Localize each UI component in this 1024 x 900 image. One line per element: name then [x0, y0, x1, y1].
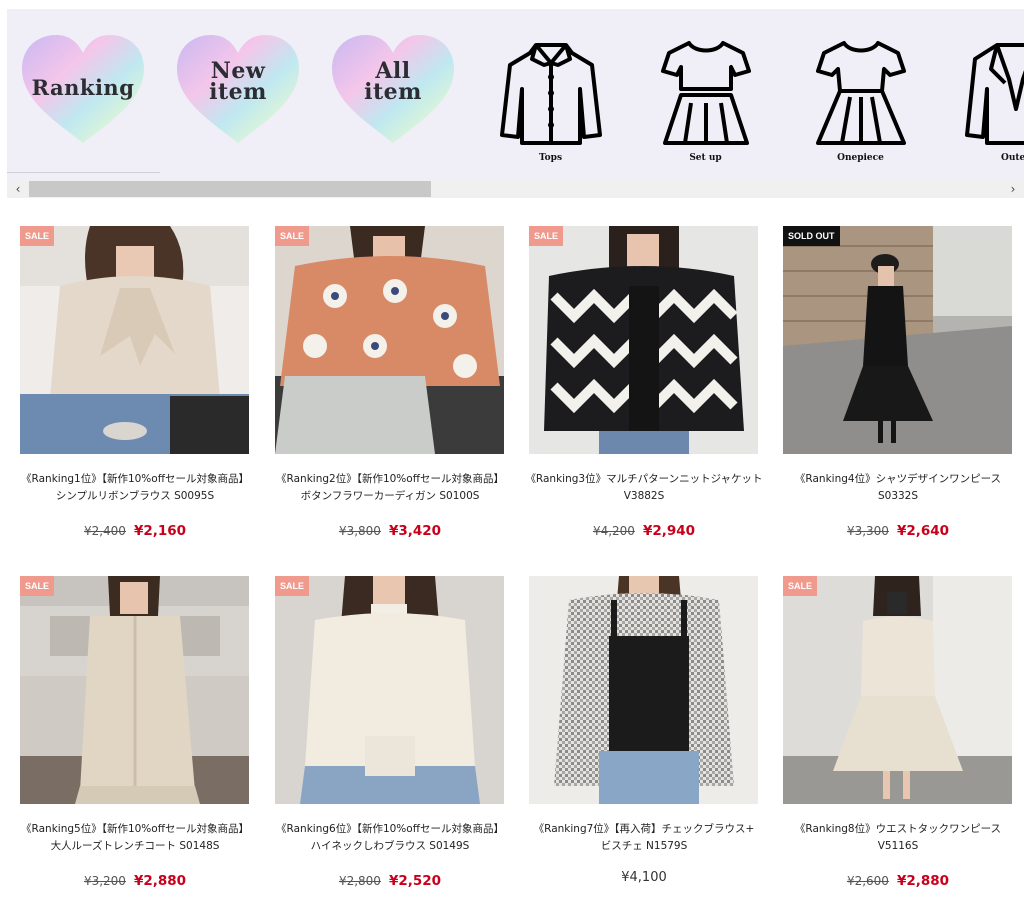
product-title-line1: 《Ranking2位》【新作10%offセール対象商品】	[276, 473, 504, 485]
price-line: ¥2,400 ¥2,160	[20, 520, 250, 539]
price-line: ¥2,800 ¥2,520	[275, 870, 505, 889]
category-label: Set up	[689, 153, 722, 163]
price-line: ¥4,100	[529, 866, 759, 885]
sold-out-badge: SOLD OUT	[783, 226, 840, 246]
category-tops[interactable]: Tops	[493, 39, 608, 169]
category-outer[interactable]: Outer	[958, 39, 1024, 169]
old-price: ¥2,800	[338, 874, 381, 888]
chevron-left-icon[interactable]: ‹	[9, 180, 27, 198]
sale-price: ¥2,160	[133, 523, 187, 539]
product-image[interactable]: SOLD OUT	[783, 226, 1012, 454]
product-title-line1: 《Ranking8位》ウエストタックワンピース	[794, 823, 1002, 835]
sale-badge: SALE	[275, 226, 310, 246]
category-label: Tops	[538, 153, 563, 163]
category-setup[interactable]: Set up	[648, 39, 763, 169]
all-item-heart-button[interactable]: All item	[328, 31, 458, 149]
product-image[interactable]: SALE	[275, 576, 504, 804]
product-image[interactable]: SALE	[275, 226, 504, 454]
price-line: ¥3,300 ¥2,640	[783, 520, 1013, 539]
heart-label: All item	[328, 60, 458, 105]
heart-label-line2: item	[209, 79, 267, 105]
product-card[interactable]: SALE 《Ranking2位》【新作10%offセール対象商品】 ボタンフラワ…	[275, 226, 505, 546]
old-price: ¥3,800	[338, 524, 381, 538]
product-title-line2: シンプルリボンブラウス S0095S	[55, 490, 215, 502]
product-card[interactable]: SALE 《Ranking6位》【新作10%offセール対象商品】 ハイネックし…	[275, 576, 505, 896]
category-label: Outer	[1000, 153, 1024, 163]
product-title-line1: 《Ranking3位》マルチパターンニットジャケット	[525, 473, 763, 485]
sale-badge: SALE	[275, 576, 310, 596]
chevron-right-icon[interactable]: ›	[1004, 180, 1022, 198]
dress-icon	[815, 41, 906, 145]
product-card[interactable]: SOLD OUT 《Ranking4位》シャツデザインワンピース S0332S …	[783, 226, 1013, 546]
scrollbar-thumb[interactable]	[29, 181, 431, 197]
product-title-line1: 《Ranking5位》【新作10%offセール対象商品】	[21, 823, 249, 835]
product-title[interactable]: 《Ranking4位》シャツデザインワンピース S0332S	[779, 471, 1017, 505]
category-strip: Ranking New item All item Tops Set up On…	[7, 9, 1024, 180]
price-line: ¥4,200 ¥2,940	[529, 520, 759, 539]
product-title[interactable]: 《Ranking6位》【新作10%offセール対象商品】 ハイネックしわブラウス…	[271, 821, 509, 855]
product-title-line2: V5116S	[877, 840, 919, 852]
price: ¥4,100	[621, 870, 667, 885]
sale-price: ¥2,940	[642, 523, 696, 539]
sale-price: ¥3,420	[388, 523, 442, 539]
product-title-line2: ビスチェ N1579S	[600, 840, 688, 852]
product-title-line1: 《Ranking1位》【新作10%offセール対象商品】	[21, 473, 249, 485]
sale-price: ¥2,880	[133, 873, 187, 889]
product-card[interactable]: SALE 《Ranking5位》【新作10%offセール対象商品】 大人ルーズト…	[20, 576, 250, 896]
setup-icon	[660, 41, 751, 145]
product-image[interactable]: SALE	[529, 226, 758, 454]
product-card[interactable]: SALE 《Ranking3位》マルチパターンニットジャケット V3882S ¥…	[525, 226, 763, 546]
price-line: ¥3,800 ¥3,420	[275, 520, 505, 539]
sale-badge: SALE	[529, 226, 564, 246]
category-onepiece[interactable]: Onepiece	[803, 39, 918, 169]
ranking-heart-button[interactable]: Ranking	[18, 31, 148, 149]
old-price: ¥4,200	[592, 524, 635, 538]
product-title[interactable]: 《Ranking8位》ウエストタックワンピース V5116S	[779, 821, 1017, 855]
product-image[interactable]: SALE	[783, 576, 1012, 804]
sale-price: ¥2,520	[388, 873, 442, 889]
product-image[interactable]	[529, 576, 758, 804]
category-label: Onepiece	[837, 153, 884, 163]
product-title[interactable]: 《Ranking1位》【新作10%offセール対象商品】 シンプルリボンブラウス…	[16, 471, 254, 505]
new-item-heart-button[interactable]: New item	[173, 31, 303, 149]
product-title[interactable]: 《Ranking3位》マルチパターンニットジャケット V3882S	[525, 471, 763, 505]
product-title-line1: 《Ranking6位》【新作10%offセール対象商品】	[276, 823, 504, 835]
price-line: ¥3,200 ¥2,880	[20, 870, 250, 889]
product-title-line1: 《Ranking7位》【再入荷】チェックブラウス+	[533, 823, 755, 835]
heart-label: New item	[173, 60, 303, 105]
sale-badge: SALE	[20, 226, 55, 246]
old-price: ¥3,200	[83, 874, 126, 888]
sale-badge: SALE	[20, 576, 55, 596]
product-card[interactable]: SALE 《Ranking1位》【新作10%offセール対象商品】 シンプルリボ…	[20, 226, 250, 546]
sale-price: ¥2,880	[896, 873, 950, 889]
active-underline	[7, 172, 160, 173]
sale-badge: SALE	[783, 576, 818, 596]
product-image[interactable]: SALE	[20, 576, 249, 804]
shirt-icon	[499, 43, 602, 145]
price-line: ¥2,600 ¥2,880	[783, 870, 1013, 889]
product-title[interactable]: 《Ranking7位》【再入荷】チェックブラウス+ ビスチェ N1579S	[525, 821, 763, 855]
jacket-icon	[964, 43, 1024, 145]
product-title[interactable]: 《Ranking5位》【新作10%offセール対象商品】 大人ルーズトレンチコー…	[16, 821, 254, 855]
product-card[interactable]: SALE 《Ranking8位》ウエストタックワンピース V5116S ¥2,6…	[783, 576, 1013, 896]
horizontal-scrollbar[interactable]: ‹ ›	[7, 180, 1024, 198]
product-title[interactable]: 《Ranking2位》【新作10%offセール対象商品】 ボタンフラワーカーディ…	[271, 471, 509, 505]
sale-price: ¥2,640	[896, 523, 950, 539]
product-image[interactable]: SALE	[20, 226, 249, 454]
old-price: ¥2,600	[846, 874, 889, 888]
heart-label: Ranking	[31, 75, 135, 100]
product-title-line2: V3882S	[623, 490, 665, 502]
product-title-line1: 《Ranking4位》シャツデザインワンピース	[794, 473, 1002, 485]
old-price: ¥2,400	[83, 524, 126, 538]
product-title-line2: ハイネックしわブラウス S0149S	[310, 840, 470, 852]
product-card[interactable]: 《Ranking7位》【再入荷】チェックブラウス+ ビスチェ N1579S ¥4…	[529, 576, 759, 896]
product-title-line2: ボタンフラワーカーディガン S0100S	[300, 490, 480, 502]
old-price: ¥3,300	[846, 524, 889, 538]
product-title-line2: S0332S	[877, 490, 919, 502]
heart-label-line2: item	[364, 79, 422, 105]
product-title-line2: 大人ルーズトレンチコート S0148S	[50, 840, 220, 852]
